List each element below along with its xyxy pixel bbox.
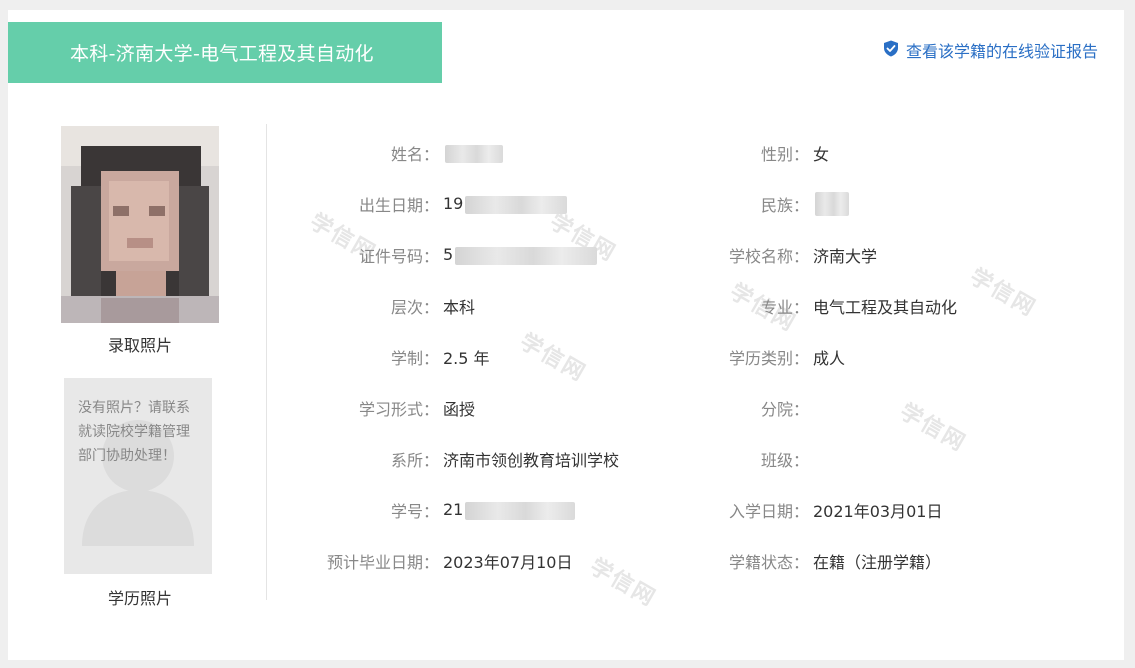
photo-column: 录取照片 没有照片？请联系就读院校学籍管理部门协助处理！ 学历照片: [61, 126, 219, 609]
redacted-mask: [465, 195, 568, 214]
field-level: 层次： 本科: [278, 291, 475, 321]
field-name: 姓名：: [278, 138, 503, 168]
field-label: 层次：: [390, 298, 439, 317]
field-status: 学籍状态： 在籍（注册学籍）: [648, 546, 941, 576]
field-study-form: 学习形式： 函授: [278, 393, 475, 423]
admission-photo-caption: 录取照片: [107, 336, 172, 355]
record-title: 本科-济南大学-电气工程及其自动化: [70, 43, 374, 65]
field-duration: 学制： 2.5 年: [278, 342, 490, 372]
field-value: 19: [443, 194, 568, 214]
field-value: 函授: [443, 400, 476, 419]
field-class: 班级：: [648, 444, 813, 474]
field-value: [443, 143, 503, 163]
redacted-mask: [465, 501, 576, 520]
field-label: 性别：: [760, 145, 809, 164]
field-branch: 分院：: [648, 393, 813, 423]
field-id-number: 证件号码： 5: [278, 240, 598, 270]
watermark: 学信网: [895, 399, 971, 457]
field-major: 专业： 电气工程及其自动化: [648, 291, 957, 321]
verify-report-label: 查看该学籍的在线验证报告: [905, 42, 1098, 61]
vertical-divider: [266, 124, 267, 600]
field-value: 济南大学: [813, 247, 878, 266]
field-ethnicity: 民族：: [648, 189, 849, 219]
field-label: 民族：: [760, 196, 809, 215]
redacted-mask: [815, 192, 849, 216]
field-label: 系所：: [390, 451, 439, 470]
field-gender: 性别： 女: [648, 138, 829, 168]
education-photo-caption: 学历照片: [107, 589, 172, 608]
field-value: 济南市领创教育培训学校: [443, 451, 620, 470]
verify-report-link[interactable]: 查看该学籍的在线验证报告: [883, 38, 1098, 62]
field-value: 2021年03月01日: [813, 502, 943, 521]
field-value: 本科: [443, 298, 476, 317]
field-label: 入学日期：: [728, 502, 809, 521]
field-expected-graduation: 预计毕业日期： 2023年07月10日: [278, 546, 572, 576]
shield-check-icon: [883, 40, 906, 61]
field-label: 出生日期：: [358, 196, 439, 215]
field-value: 5: [443, 245, 598, 265]
field-label: 学习形式：: [358, 400, 439, 419]
field-student-id: 学号： 21: [278, 495, 576, 525]
field-value: [813, 192, 849, 216]
field-label: 证件号码：: [358, 247, 439, 266]
field-value: 2023年07月10日: [443, 553, 573, 572]
field-value: 电气工程及其自动化: [813, 298, 958, 317]
record-title-bar: 本科-济南大学-电气工程及其自动化: [8, 22, 442, 83]
field-label: 学籍状态：: [728, 553, 809, 572]
field-enroll-date: 入学日期： 2021年03月01日: [648, 495, 942, 525]
field-value: 21: [443, 500, 576, 520]
watermark: 学信网: [965, 264, 1041, 322]
field-label: 专业：: [760, 298, 809, 317]
field-value: 在籍（注册学籍）: [813, 553, 942, 572]
field-label: 姓名：: [390, 145, 439, 164]
field-birth-date: 出生日期： 19: [278, 189, 568, 219]
redacted-mask: [455, 246, 598, 265]
no-photo-message: 没有照片？请联系就读院校学籍管理部门协助处理！: [78, 400, 190, 464]
field-education-type: 学历类别： 成人: [648, 342, 845, 372]
redacted-mask: [445, 144, 503, 163]
field-department: 系所： 济南市领创教育培训学校: [278, 444, 619, 474]
admission-photo: [61, 126, 219, 323]
field-value: 成人: [813, 349, 846, 368]
student-record-card: 学信网 学信网 学信网 学信网 学信网 学信网 学信网 学信网 本科-济南大学-…: [8, 10, 1124, 660]
education-photo-placeholder: 没有照片？请联系就读院校学籍管理部门协助处理！: [64, 378, 212, 574]
field-value: 女: [813, 145, 830, 164]
field-school: 学校名称： 济南大学: [648, 240, 877, 270]
field-label: 学历类别：: [728, 349, 809, 368]
field-label: 预计毕业日期：: [326, 553, 439, 572]
watermark: 学信网: [515, 329, 591, 387]
field-label: 学校名称：: [728, 247, 809, 266]
field-label: 学号：: [390, 502, 439, 521]
field-label: 学制：: [390, 349, 439, 368]
field-value: 2.5 年: [443, 349, 490, 368]
field-label: 分院：: [760, 400, 809, 419]
field-label: 班级：: [760, 451, 809, 470]
